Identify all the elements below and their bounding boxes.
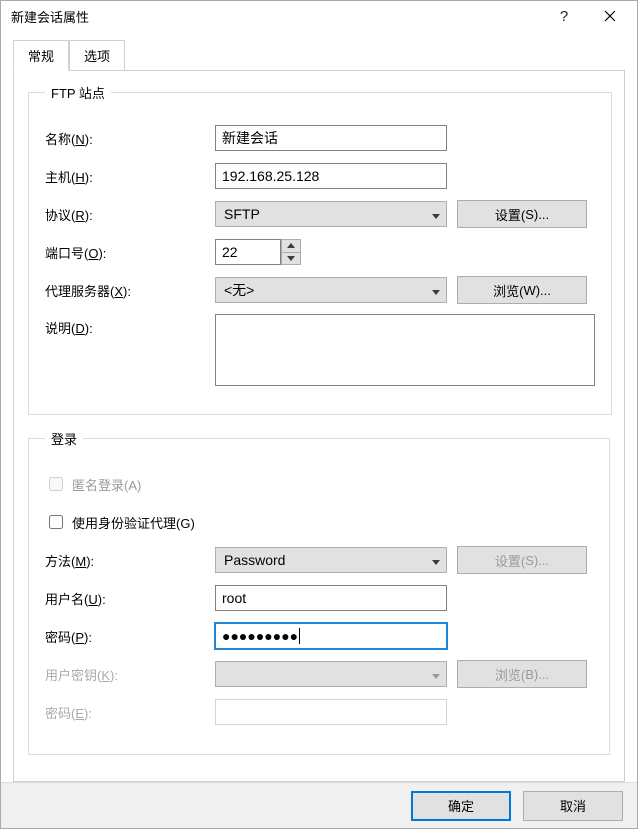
agent-checkbox-row: 使用身份验证代理(G) (45, 508, 593, 536)
username-label: 用户名(U): (45, 589, 205, 608)
password-label: 密码(P): (45, 627, 205, 646)
proxy-select[interactable]: <无> (215, 277, 447, 303)
port-label: 端口号(O): (45, 243, 205, 262)
port-step-up[interactable] (282, 240, 300, 252)
chevron-down-icon (432, 552, 440, 568)
username-input[interactable] (215, 585, 447, 611)
protocol-value: SFTP (224, 206, 260, 222)
host-input[interactable] (215, 163, 447, 189)
group-ftp-site: FTP 站点 名称(N): 主机(H): 协议(R): SFTP 设置(S)..… (28, 83, 612, 415)
userkey-label: 用户密钥(K): (45, 665, 205, 684)
keypass-label: 密码(E): (45, 703, 205, 722)
anonymous-checkbox (49, 477, 63, 491)
chevron-down-icon (432, 666, 440, 682)
agent-checkbox[interactable] (49, 515, 63, 529)
anonymous-label: 匿名登录(A) (72, 475, 141, 494)
method-value: Password (224, 552, 285, 568)
name-label: 名称(N): (45, 129, 205, 148)
group-ftp-legend: FTP 站点 (45, 83, 111, 102)
close-icon (604, 10, 616, 22)
tab-strip: 常规 选项 (13, 39, 625, 70)
help-button[interactable]: ? (541, 1, 587, 31)
proxy-value: <无> (224, 280, 254, 300)
port-spinner (215, 239, 301, 265)
proxy-browse-button[interactable]: 浏览(W)... (457, 276, 587, 304)
content-area: 常规 选项 FTP 站点 名称(N): 主机(H): 协议(R): SFTP (1, 31, 637, 782)
cancel-button[interactable]: 取消 (523, 791, 623, 821)
name-input[interactable] (215, 125, 447, 151)
keypass-input (215, 699, 447, 725)
group-login-legend: 登录 (45, 429, 83, 448)
method-setup-button: 设置(S)... (457, 546, 587, 574)
method-select[interactable]: Password (215, 547, 447, 573)
ok-button[interactable]: 确定 (411, 791, 511, 821)
group-login: 登录 匿名登录(A) 使用身份验证代理(G) 方法(M): Password 设… (28, 429, 610, 755)
agent-label: 使用身份验证代理(G) (72, 513, 195, 532)
userkey-browse-button: 浏览(B)... (457, 660, 587, 688)
protocol-setup-button[interactable]: 设置(S)... (457, 200, 587, 228)
password-input[interactable]: ●●●●●●●●● (215, 623, 447, 649)
proxy-label: 代理服务器(X): (45, 281, 205, 300)
tab-panel-general: FTP 站点 名称(N): 主机(H): 协议(R): SFTP 设置(S)..… (13, 70, 625, 782)
protocol-select[interactable]: SFTP (215, 201, 447, 227)
triangle-up-icon (287, 243, 295, 248)
tab-options[interactable]: 选项 (69, 40, 125, 71)
triangle-down-icon (287, 256, 295, 261)
chevron-down-icon (432, 206, 440, 222)
anonymous-checkbox-row: 匿名登录(A) (45, 470, 593, 498)
method-label: 方法(M): (45, 551, 205, 570)
description-label: 说明(D): (45, 314, 205, 337)
description-input[interactable] (215, 314, 595, 386)
dialog-footer: 确定 取消 (1, 782, 637, 828)
window-title: 新建会话属性 (11, 7, 541, 26)
password-value: ●●●●●●●●● (222, 628, 298, 644)
chevron-down-icon (432, 282, 440, 298)
port-step-down[interactable] (282, 252, 300, 265)
close-button[interactable] (587, 1, 633, 31)
port-input[interactable] (215, 239, 281, 265)
tab-general[interactable]: 常规 (13, 40, 69, 71)
userkey-select (215, 661, 447, 687)
text-caret (299, 628, 300, 644)
protocol-label: 协议(R): (45, 205, 205, 224)
dialog-window: 新建会话属性 ? 常规 选项 FTP 站点 名称(N): 主机(H): (0, 0, 638, 829)
titlebar: 新建会话属性 ? (1, 1, 637, 31)
host-label: 主机(H): (45, 167, 205, 186)
